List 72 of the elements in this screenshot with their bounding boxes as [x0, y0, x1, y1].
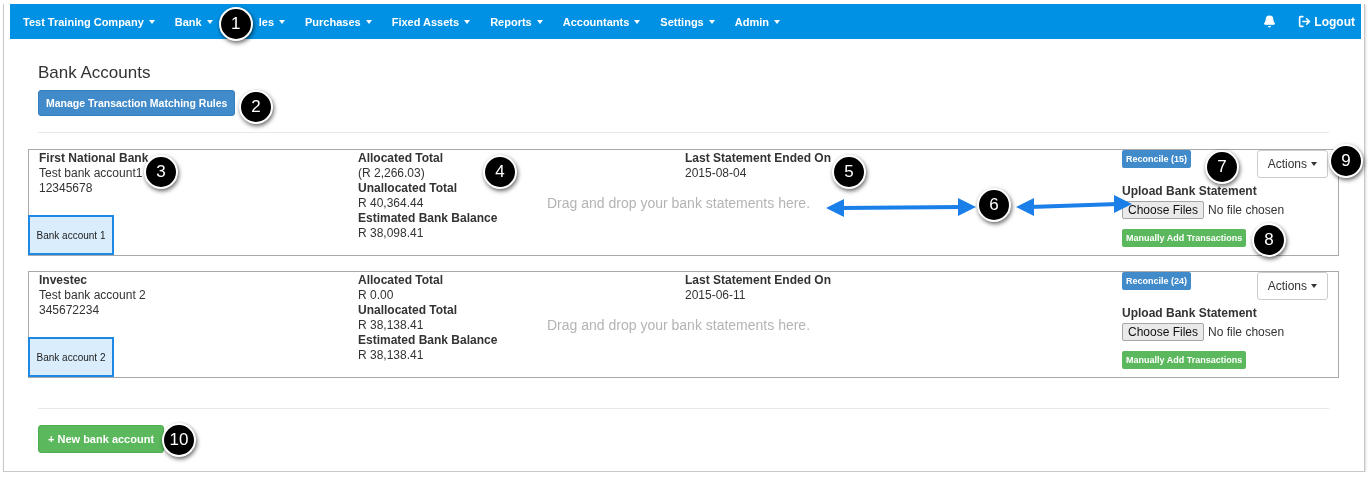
nav-menu[interactable]: Settings: [660, 15, 715, 28]
manual-add-button[interactable]: Manually Add Transactions: [1122, 229, 1247, 247]
caret-icon: [148, 19, 155, 24]
nav-menu[interactable]: les: [258, 15, 285, 28]
balance-label: Estimated Bank Balance: [358, 211, 498, 226]
drop-zone-hint: Drag and drop your bank statements here.: [547, 317, 811, 333]
bank-name: Investec: [39, 273, 88, 288]
account-number: 12345678: [39, 181, 93, 196]
caret-icon: [536, 19, 543, 24]
allocated-label: Allocated Total: [358, 151, 444, 166]
nav-menu[interactable]: Accountants: [562, 15, 641, 28]
manual-add-button[interactable]: Manually Add Transactions: [1122, 351, 1247, 369]
nav-menu[interactable]: Bank: [174, 15, 213, 28]
actions-button[interactable]: Actions: [1256, 272, 1328, 300]
caret-icon: [1311, 284, 1317, 288]
logout-icon: [1298, 15, 1312, 28]
account-label: Bank account 2: [28, 337, 114, 377]
matching-rules-button[interactable]: Manage Transaction Matching Rules: [38, 90, 236, 116]
caret-icon: [464, 19, 471, 24]
unallocated-value: R 40,364.44: [358, 196, 424, 211]
file-status: No file chosen: [1208, 325, 1285, 339]
nav-menu[interactable]: Fixed Assets: [391, 15, 471, 28]
balance-value: R 38,098.41: [358, 226, 424, 241]
callout-marker: 1: [218, 6, 253, 41]
reconcile-button[interactable]: Reconcile (24): [1122, 272, 1192, 290]
nav-menu[interactable]: Reports: [490, 15, 543, 28]
upload-label: Upload Bank Statement: [1122, 306, 1257, 320]
allocated-label: Allocated Total: [358, 273, 444, 288]
account-name: Test bank account 2: [39, 288, 146, 303]
upload-label: Upload Bank Statement: [1122, 184, 1257, 198]
unallocated-value: R 38,138.41: [358, 318, 424, 333]
new-account-button[interactable]: + New bank account: [38, 425, 165, 453]
account-number: 345672234: [39, 303, 100, 318]
callout-marker: 7: [1205, 150, 1239, 184]
statement-date: 2015-08-04: [685, 166, 747, 181]
file-status: No file chosen: [1208, 203, 1285, 217]
caret-icon: [365, 19, 372, 24]
allocated-value: (R 2,266.03): [358, 166, 425, 181]
choose-files-button[interactable]: Choose Files: [1122, 201, 1205, 219]
callout-marker: 9: [1329, 144, 1363, 178]
reconcile-button[interactable]: Reconcile (15): [1122, 150, 1192, 168]
page-title: Bank Accounts: [38, 63, 152, 83]
callout-marker: 6: [977, 188, 1011, 222]
actions-button[interactable]: Actions: [1256, 150, 1328, 178]
callout-marker: 2: [239, 90, 273, 124]
nav-menu[interactable]: Purchases: [305, 15, 372, 28]
allocated-value: R 0.00: [358, 288, 394, 303]
account-name: Test bank account1: [39, 166, 143, 181]
statement-label: Last Statement Ended On: [685, 151, 832, 166]
balance-label: Estimated Bank Balance: [358, 333, 498, 348]
account-label: Bank account 1: [28, 215, 114, 255]
caret-icon: [1311, 162, 1317, 166]
unallocated-label: Unallocated Total: [358, 303, 458, 318]
caret-icon: [708, 19, 715, 24]
drop-zone-hint: Drag and drop your bank statements here.: [547, 195, 811, 211]
balance-value: R 38,138.41: [358, 348, 424, 363]
nav-menu[interactable]: Admin: [734, 15, 780, 28]
callout-marker: 8: [1252, 223, 1286, 257]
callout-marker: 10: [162, 423, 196, 457]
unallocated-label: Unallocated Total: [358, 181, 458, 196]
callout-marker: 4: [483, 155, 517, 189]
bell-icon[interactable]: [1263, 15, 1277, 28]
caret-icon: [279, 19, 285, 24]
choose-files-button[interactable]: Choose Files: [1122, 323, 1205, 341]
nav-menu[interactable]: Test Training Company: [23, 15, 155, 28]
logout-link[interactable]: Logout: [1298, 14, 1355, 29]
caret-icon: [634, 19, 641, 24]
statement-date: 2015-06-11: [685, 288, 746, 303]
caret-icon: [206, 19, 213, 24]
caret-icon: [773, 19, 780, 24]
statement-label: Last Statement Ended On: [685, 273, 832, 288]
callout-marker: 5: [832, 155, 866, 189]
